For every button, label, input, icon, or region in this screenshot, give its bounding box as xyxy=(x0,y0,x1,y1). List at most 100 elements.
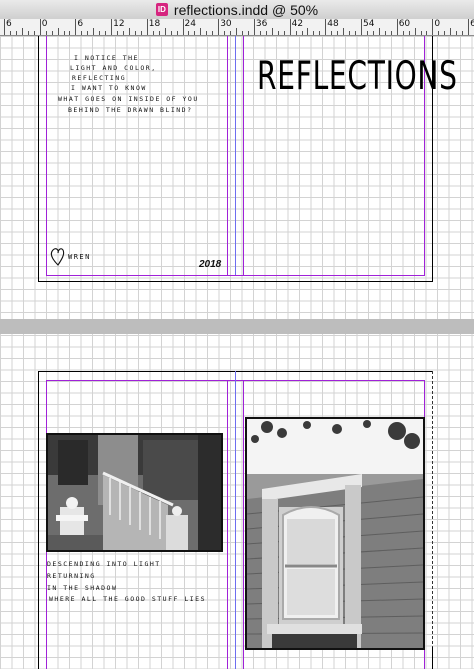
ruler-minor-tick xyxy=(176,31,178,35)
porch-stairs-photo[interactable] xyxy=(46,433,223,552)
ruler-major-tick xyxy=(75,19,77,35)
caption-line: DESCENDING INTO LIGHT xyxy=(47,560,161,568)
ruler-minor-tick xyxy=(21,28,23,35)
ruler-minor-tick xyxy=(402,31,404,35)
ruler-minor-tick xyxy=(283,31,285,35)
ruler-major-tick xyxy=(111,19,113,35)
poem-line: I NOTICE THE xyxy=(74,54,139,62)
window-title: reflections.indd @ 50% xyxy=(173,1,319,18)
ruler-minor-tick xyxy=(57,28,59,35)
ruler-label: 12 xyxy=(113,19,125,29)
page-edge-left xyxy=(38,36,39,282)
ruler-major-tick xyxy=(146,19,148,35)
ruler-minor-tick xyxy=(45,31,47,35)
ruler-minor-tick xyxy=(420,31,422,35)
ruler-label: 6 xyxy=(470,19,474,29)
margin-guide-bottom xyxy=(46,275,425,276)
ruler-major-tick xyxy=(218,19,220,35)
ruler-minor-tick xyxy=(366,31,368,35)
spread-separator xyxy=(0,319,474,334)
ruler-minor-tick xyxy=(307,28,309,35)
horizontal-ruler[interactable]: 60612182430364248546006 xyxy=(0,19,474,36)
ruler-major-tick xyxy=(325,19,327,35)
ruler-minor-tick xyxy=(152,31,154,35)
ruler-minor-tick xyxy=(93,28,95,35)
page-edge-left xyxy=(38,371,39,669)
ruler-label: 24 xyxy=(184,19,196,29)
ruler-minor-tick xyxy=(123,31,124,35)
poem-line: BEHIND THE DRAWN BLIND? xyxy=(68,106,193,114)
ruler-minor-tick xyxy=(259,31,261,35)
ruler-minor-tick xyxy=(158,31,160,35)
ruler-label: 6 xyxy=(77,19,84,29)
ruler-major-tick xyxy=(289,19,291,35)
ruler-major-tick xyxy=(182,19,184,35)
reflections-title: REFLECTIONS xyxy=(257,54,458,99)
caption-line: RETURNING xyxy=(47,572,96,580)
ruler-minor-tick xyxy=(33,31,35,35)
ruler-label: 48 xyxy=(327,19,339,29)
ruler-major-tick xyxy=(253,19,255,35)
column-guide xyxy=(243,36,244,276)
ruler-label: 30 xyxy=(220,19,232,29)
ruler-minor-tick xyxy=(206,31,208,35)
signature-text: WREN xyxy=(68,253,91,261)
ruler-minor-tick xyxy=(27,31,29,35)
ruler-minor-tick xyxy=(355,31,357,35)
ruler-minor-tick xyxy=(140,31,142,35)
spine-guide xyxy=(235,36,236,276)
bleed-guide xyxy=(432,371,433,669)
margin-guide-left xyxy=(46,36,47,276)
ruler-minor-tick xyxy=(444,31,446,35)
poem-line: LIGHT AND COLOR, xyxy=(70,64,157,72)
ruler-minor-tick xyxy=(301,31,303,35)
ruler-label: 0 xyxy=(434,19,441,29)
document-canvas[interactable]: I NOTICE THE LIGHT AND COLOR, REFLECTING… xyxy=(0,36,474,669)
ruler-minor-tick xyxy=(242,31,243,35)
ruler-minor-tick xyxy=(319,31,321,35)
ruler-minor-tick xyxy=(117,31,119,35)
page-edge-right xyxy=(432,647,433,669)
ruler-minor-tick xyxy=(277,31,279,35)
window-title-bar[interactable]: ID reflections.indd @ 50% xyxy=(0,0,474,20)
ruler-label: 18 xyxy=(148,19,161,29)
ruler-minor-tick xyxy=(63,31,65,35)
ruler-major-tick xyxy=(361,19,362,35)
page-edge-bottom xyxy=(38,281,433,282)
ruler-minor-tick xyxy=(343,28,345,35)
ruler-minor-tick xyxy=(331,31,333,35)
caption-line: WHERE ALL THE GOOD STUFF LIES xyxy=(49,595,206,603)
ruler-major-tick xyxy=(396,19,398,35)
ruler-major-tick xyxy=(432,19,434,35)
ruler-minor-tick xyxy=(390,31,392,35)
poem-line: REFLECTING xyxy=(72,74,127,82)
caption-line: IN THE SHADOW xyxy=(47,584,118,592)
column-guide xyxy=(227,36,228,276)
ruler-minor-tick xyxy=(9,31,11,35)
ruler-minor-tick xyxy=(271,28,273,35)
ruler-minor-tick xyxy=(69,31,71,35)
ruler-minor-tick xyxy=(378,28,380,35)
ruler-minor-tick xyxy=(426,31,428,35)
ruler-minor-tick xyxy=(337,31,339,35)
ruler-minor-tick xyxy=(384,31,386,35)
ruler-minor-tick xyxy=(349,31,351,35)
victorian-window-image xyxy=(247,419,423,648)
ruler-minor-tick xyxy=(247,31,249,35)
ruler-minor-tick xyxy=(128,28,130,35)
victorian-window-photo[interactable] xyxy=(245,417,425,650)
ruler-minor-tick xyxy=(408,31,410,35)
poem-line: WHAT GOES ON INSIDE OF YOU xyxy=(58,95,199,103)
ruler-minor-tick xyxy=(212,31,214,35)
spine-guide xyxy=(235,371,236,669)
ruler-major-tick xyxy=(39,19,41,35)
ruler-minor-tick xyxy=(188,31,190,35)
column-guide xyxy=(227,380,228,669)
ruler-minor-tick xyxy=(170,31,172,35)
ruler-minor-tick xyxy=(51,31,53,35)
ruler-minor-tick xyxy=(105,31,107,35)
ruler-minor-tick xyxy=(230,31,232,35)
ruler-major-tick xyxy=(468,19,470,35)
ruler-minor-tick xyxy=(456,31,458,35)
ruler-label: 54 xyxy=(363,19,375,29)
